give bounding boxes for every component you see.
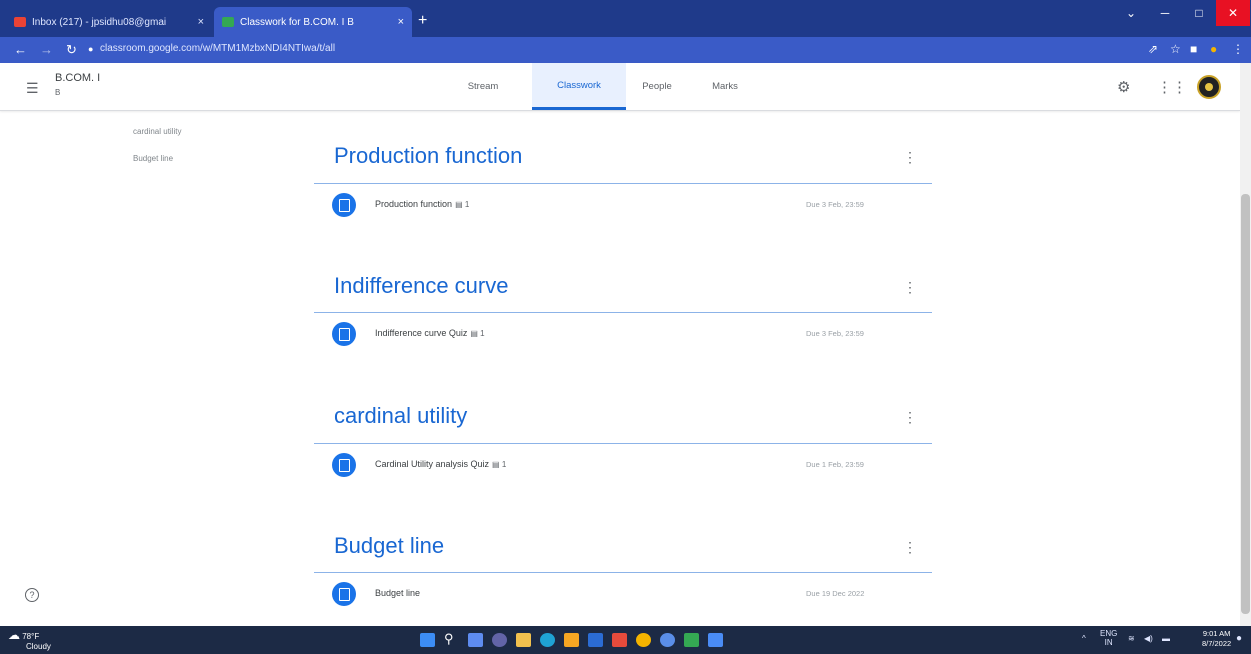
office-icon[interactable] — [612, 633, 627, 647]
menu-icon[interactable]: ☰ — [26, 80, 39, 97]
topic-divider — [314, 312, 932, 313]
assignment-icon — [332, 193, 356, 217]
settings-icon[interactable]: ⚙ — [1117, 78, 1130, 96]
close-window-button[interactable]: ✕ — [1216, 0, 1250, 26]
windows-taskbar: ☁ 78°F Cloudy ⚲ ^ ENG IN ≋ ◀) ▬ 9:01 AM 8/… — [0, 626, 1251, 654]
topic-title[interactable]: Production function — [334, 143, 522, 169]
lock-icon[interactable]: ● — [88, 44, 93, 54]
weather-desc: Cloudy — [26, 642, 51, 651]
forward-icon[interactable]: → — [40, 42, 53, 57]
tab-label: Inbox (217) - jpsidhu08@gmai — [32, 16, 167, 28]
browser-tab-bar: Inbox (217) - jpsidhu08@gmai × Classwork… — [0, 0, 1251, 37]
assignment-icon — [332, 453, 356, 477]
tab-classwork[interactable]: Classwork — [532, 63, 626, 110]
cloud-icon: ☁ — [8, 628, 20, 642]
search-icon[interactable]: ⚲ — [444, 631, 459, 646]
chrome-icon[interactable] — [636, 633, 651, 647]
gmail-icon — [14, 17, 26, 27]
avatar[interactable] — [1197, 75, 1221, 99]
apps-grid-icon[interactable]: ⋮⋮ — [1157, 78, 1187, 96]
item-title: Production function ▤ 1 — [375, 199, 470, 209]
weather-temp: 78°F — [22, 632, 40, 641]
chrome-profile-icon[interactable] — [660, 633, 675, 647]
comment-count: ▤ 1 — [492, 460, 507, 469]
more-menu-icon[interactable]: ⋮ — [1232, 42, 1244, 56]
vlc-icon[interactable] — [564, 633, 579, 647]
wifi-icon[interactable]: ≋ — [1128, 634, 1135, 643]
item-due-date: Due 19 Dec 2022 — [806, 589, 865, 598]
minimize-button[interactable]: ─ — [1148, 0, 1182, 26]
topic-title[interactable]: cardinal utility — [334, 403, 467, 429]
item-due-date: Due 3 Feb, 23:59 — [806, 329, 864, 338]
star-icon[interactable]: ☆ — [1170, 42, 1181, 56]
tab-people[interactable]: People — [632, 63, 682, 110]
list-item[interactable]: Budget line Due 19 Dec 2022 — [314, 576, 932, 616]
chevron-down-icon[interactable]: ⌄ — [1114, 0, 1148, 26]
topic-more-icon[interactable]: ⋮ — [903, 279, 917, 296]
close-tab-icon[interactable]: × — [198, 16, 204, 28]
item-due-date: Due 1 Feb, 23:59 — [806, 460, 864, 469]
maximize-button[interactable]: □ — [1182, 0, 1216, 26]
item-title: Indifference curve Quiz ▤ 1 — [375, 328, 485, 338]
share-icon[interactable]: ⇗ — [1148, 42, 1158, 56]
class-title[interactable]: B.COM. I — [55, 72, 100, 84]
address-bar: ← → ↻ ● classroom.google.com/w/MTM1MzbxN… — [0, 37, 1251, 63]
battery-icon[interactable]: ▬ — [1162, 634, 1170, 643]
language-indicator[interactable]: ENG IN — [1100, 629, 1117, 647]
app-icon[interactable] — [684, 633, 699, 647]
store-icon[interactable] — [588, 633, 603, 647]
volume-icon[interactable]: ◀) — [1144, 634, 1153, 643]
topic-title[interactable]: Indifference curve — [334, 273, 508, 299]
profile-icon[interactable]: ● — [1210, 42, 1217, 56]
topic-more-icon[interactable]: ⋮ — [903, 149, 917, 166]
list-item[interactable]: Cardinal Utility analysis Quiz ▤ 1 Due 1 … — [314, 447, 932, 487]
tab-label: Classwork for B.COM. I B — [240, 16, 354, 28]
assignment-icon — [332, 322, 356, 346]
classroom-header: ☰ B.COM. I B Stream Classwork People Mar… — [0, 63, 1240, 111]
item-due-date: Due 3 Feb, 23:59 — [806, 200, 864, 209]
extension-icon[interactable]: ■ — [1190, 42, 1197, 56]
topic-more-icon[interactable]: ⋮ — [903, 539, 917, 556]
app-icon[interactable] — [708, 633, 723, 647]
tab-marks[interactable]: Marks — [700, 63, 750, 110]
help-icon[interactable]: ? — [25, 588, 39, 602]
class-section: B — [55, 88, 61, 97]
topic-title[interactable]: Budget line — [334, 533, 444, 559]
url-field[interactable]: classroom.google.com/w/MTM1MzbxNDI4NTIwa… — [100, 43, 335, 54]
task-view-icon[interactable] — [468, 633, 483, 647]
assignment-icon — [332, 582, 356, 606]
teams-icon[interactable] — [492, 633, 507, 647]
tab-stream[interactable]: Stream — [453, 63, 513, 110]
scrollbar-thumb[interactable] — [1241, 194, 1250, 614]
new-tab-button[interactable]: + — [418, 12, 427, 30]
comment-count: ▤ 1 — [470, 329, 485, 338]
close-tab-icon[interactable]: × — [398, 16, 404, 28]
topic-divider — [314, 183, 932, 184]
list-item[interactable]: Production function ▤ 1 Due 3 Feb, 23:59 — [314, 187, 932, 227]
reload-icon[interactable]: ↻ — [66, 42, 77, 58]
comment-count: ▤ 1 — [455, 200, 470, 209]
tab-gmail[interactable]: Inbox (217) - jpsidhu08@gmai × — [6, 7, 212, 37]
item-title: Cardinal Utility analysis Quiz ▤ 1 — [375, 459, 507, 469]
windows-start-icon[interactable] — [420, 633, 435, 647]
edge-icon[interactable] — [540, 633, 555, 647]
topic-more-icon[interactable]: ⋮ — [903, 409, 917, 426]
classroom-icon — [222, 17, 234, 27]
topic-divider — [314, 572, 932, 573]
back-icon[interactable]: ← — [14, 42, 27, 57]
notification-icon[interactable]: ● — [1236, 633, 1242, 644]
weather-widget[interactable]: ☁ 78°F Cloudy — [8, 628, 51, 652]
clock[interactable]: 9:01 AM 8/7/2022 — [1202, 629, 1231, 649]
item-title: Budget line — [375, 588, 421, 598]
file-explorer-icon[interactable] — [516, 633, 531, 647]
topic-divider — [314, 443, 932, 444]
sidebar-topic-budget-line[interactable]: Budget line — [133, 154, 173, 163]
tab-classroom[interactable]: Classwork for B.COM. I B × — [214, 7, 412, 37]
list-item[interactable]: Indifference curve Quiz ▤ 1 Due 3 Feb, 23… — [314, 316, 932, 356]
chevron-up-icon[interactable]: ^ — [1082, 634, 1086, 643]
sidebar-topic-cardinal-utility[interactable]: cardinal utility — [133, 127, 181, 136]
